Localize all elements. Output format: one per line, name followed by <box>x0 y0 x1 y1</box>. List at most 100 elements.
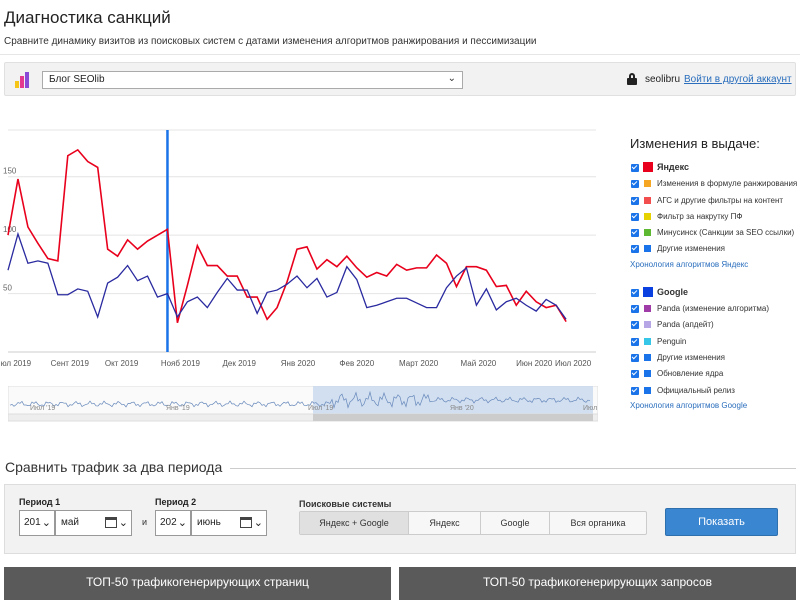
x-tick-label: Янв 2020 <box>281 359 316 368</box>
legend-item-google[interactable]: Обновление ядра <box>630 367 800 383</box>
compare-panel: Период 1 201 ⌄ май ⌄ и Период 2 202 ⌄ ию… <box>4 484 796 554</box>
checkbox[interactable] <box>631 229 639 238</box>
chart-navigator[interactable]: Июл '19 Янв '19 Июл '19 Янв '20 Июл '20 <box>8 386 598 422</box>
checkbox[interactable] <box>631 386 639 395</box>
navigator-tick-label: Янв '19 <box>166 405 190 412</box>
x-tick-label: Июл 2020 <box>555 359 592 368</box>
period1-month-select[interactable]: май ⌄ <box>55 510 132 536</box>
navigator-tick-label: Янв '20 <box>450 405 474 412</box>
checkbox[interactable] <box>631 353 639 362</box>
color-swatch <box>643 162 653 172</box>
legend-item-label: Penguin <box>657 336 687 346</box>
lock-icon <box>627 73 637 85</box>
x-tick-label: Окт 2019 <box>105 359 139 368</box>
period1-year-value: 201 <box>24 517 41 528</box>
legend-group-google[interactable]: Google <box>630 286 800 302</box>
engines-label: Поисковые системы <box>299 499 392 509</box>
legend-item-label: Другие изменения <box>657 352 726 362</box>
checkbox[interactable] <box>631 321 639 330</box>
legend-group-yandex[interactable]: Яндекс <box>630 161 800 177</box>
legend-item-google[interactable]: Panda (изменение алгоритма) <box>630 302 800 318</box>
legend-item-label: АГС и другие фильтры на контент <box>657 195 784 205</box>
chevron-down-icon: ⌄ <box>118 517 128 529</box>
legend-item-google[interactable]: Panda (апдейт) <box>630 318 800 334</box>
legend-item-google[interactable]: Официальный релиз <box>630 384 800 400</box>
engine-option-google[interactable]: Google <box>481 512 550 534</box>
engine-option-all-organic[interactable]: Вся органика <box>550 512 646 534</box>
checkbox[interactable] <box>631 370 639 379</box>
engine-option-yandex-google[interactable]: Яндекс + Google <box>300 512 409 534</box>
color-swatch <box>644 353 651 361</box>
chevron-down-icon: ⌄ <box>177 517 187 529</box>
top-pages-button[interactable]: ТОП-50 трафикогенерирующих страниц <box>4 567 391 600</box>
color-swatch <box>644 305 651 313</box>
legend-title: Изменения в выдаче: <box>630 136 760 151</box>
yandex-algorithms-link[interactable]: Хронология алгоритмов Яндекс <box>630 260 800 274</box>
checkbox[interactable] <box>631 337 639 346</box>
legend-item-google[interactable]: Другие изменения <box>630 351 800 367</box>
color-swatch <box>644 196 651 204</box>
checkbox[interactable] <box>631 212 639 221</box>
legend-item-label: Минусинск (Санкции за SEO ссылки) <box>657 228 795 238</box>
period1-year-select[interactable]: 201 ⌄ <box>19 510 55 536</box>
legend-group-label: Яндекс <box>657 162 690 172</box>
legend-item-label: Изменения в формуле ранжирования <box>657 179 798 189</box>
color-swatch <box>644 321 651 329</box>
period1-month-value: май <box>61 517 80 528</box>
engines-segmented-control: Яндекс + Google Яндекс Google Вся органи… <box>299 511 647 535</box>
navigator-tick-label: Июл '19 <box>30 405 55 412</box>
color-swatch <box>644 245 651 253</box>
google-algorithms-link[interactable]: Хронология алгоритмов Google <box>630 401 800 415</box>
checkbox[interactable] <box>631 305 639 314</box>
checkbox[interactable] <box>631 180 639 189</box>
checkbox[interactable] <box>631 288 639 297</box>
show-button[interactable]: Показать <box>665 508 778 536</box>
site-select-value: Блог SEOlib <box>49 74 105 85</box>
x-tick-label: Дек 2019 <box>223 359 257 368</box>
traffic-chart: 15010050Июл 2019Сент 2019Окт 2019Нояб 20… <box>0 124 600 424</box>
legend-item-yandex[interactable]: АГС и другие фильтры на контент <box>630 194 800 210</box>
site-select[interactable]: Блог SEOlib ⌄ <box>42 71 463 89</box>
x-tick-label: Фев 2020 <box>339 359 374 368</box>
x-tick-label: Сент 2019 <box>51 359 90 368</box>
legend-item-label: Panda (изменение алгоритма) <box>657 304 770 314</box>
legend-item-label: Обновление ядра <box>657 369 724 379</box>
checkbox[interactable] <box>631 245 639 254</box>
legend-item-label: Фильтр за накрутку ПФ <box>657 211 743 221</box>
chevron-down-icon: ⌄ <box>41 517 51 529</box>
color-swatch <box>643 286 653 297</box>
header-divider <box>0 54 800 55</box>
engine-option-yandex[interactable]: Яндекс <box>409 512 481 534</box>
series-line-yandex <box>7 148 567 323</box>
bar-chart-icon <box>15 72 31 88</box>
color-swatch <box>644 370 651 378</box>
site-toolbar: Блог SEOlib ⌄ seolibru Войти в другой ак… <box>4 62 796 96</box>
legend-item-yandex[interactable]: Изменения в формуле ранжирования <box>630 177 800 193</box>
series-line-google <box>7 231 567 320</box>
compare-title: Сравнить трафик за два периода <box>5 459 231 475</box>
legend-item-label: Panda (апдейт) <box>657 320 714 330</box>
navigator-scrollbar-thumb <box>313 414 593 421</box>
y-tick-label: 50 <box>3 284 12 293</box>
color-swatch <box>644 180 651 188</box>
x-tick-label: Нояб 2019 <box>161 359 201 368</box>
calendar-icon <box>105 517 117 528</box>
and-label: и <box>142 517 148 527</box>
legend-item-yandex[interactable]: Минусинск (Санкции за SEO ссылки) <box>630 226 800 242</box>
legend-item-yandex[interactable]: Другие изменения <box>630 242 800 258</box>
period1-label: Период 1 <box>19 497 61 507</box>
top-queries-button[interactable]: ТОП-50 трафикогенерирующих запросов <box>399 567 796 600</box>
legend-item-label: Официальный релиз <box>657 385 735 395</box>
period2-year-value: 202 <box>160 517 177 528</box>
legend-item-google[interactable]: Penguin <box>630 335 800 351</box>
legend-item-yandex[interactable]: Фильтр за накрутку ПФ <box>630 210 800 226</box>
period2-year-select[interactable]: 202 ⌄ <box>155 510 191 536</box>
period2-label: Период 2 <box>155 497 197 507</box>
switch-account-link[interactable]: Войти в другой аккаунт <box>684 74 792 85</box>
period2-month-select[interactable]: июнь ⌄ <box>191 510 267 536</box>
color-swatch <box>644 386 651 394</box>
navigator-tick-label: Июл '20 <box>583 405 598 412</box>
traffic-chart-plot: 15010050Июл 2019Сент 2019Окт 2019Нояб 20… <box>0 129 596 368</box>
checkbox[interactable] <box>631 164 639 172</box>
checkbox[interactable] <box>631 196 639 205</box>
